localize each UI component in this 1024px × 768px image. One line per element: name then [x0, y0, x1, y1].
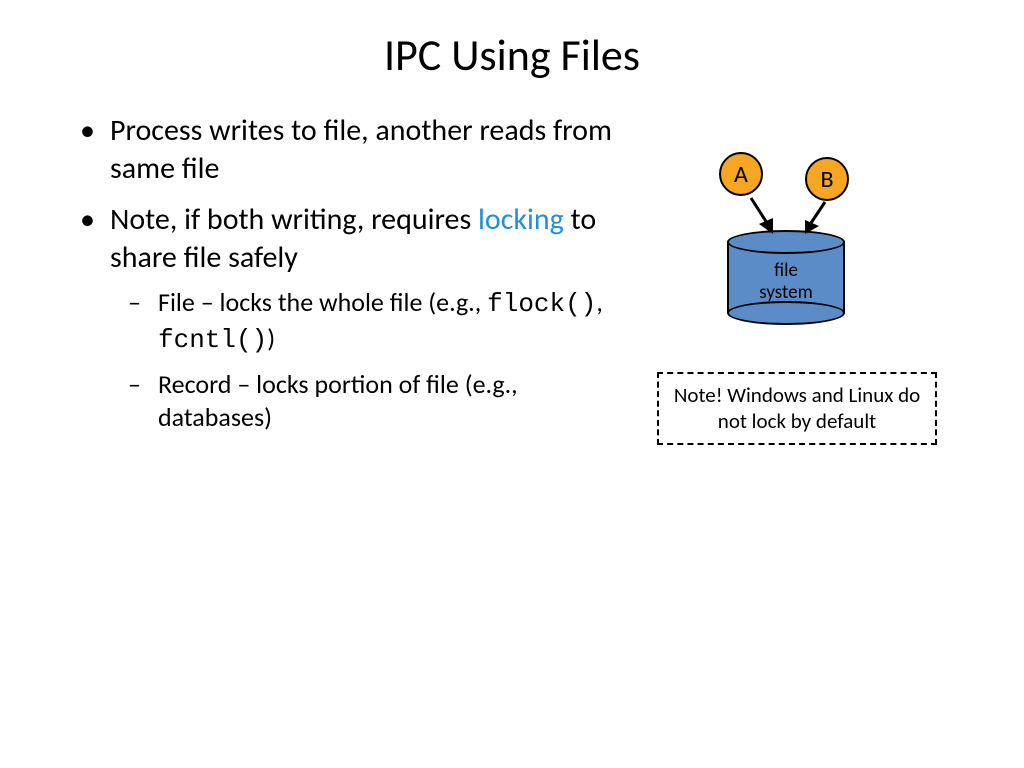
arrow-a-icon — [745, 194, 785, 244]
bullet-column: Process writes to file, another reads fr… — [80, 112, 630, 449]
bullet-1: Process writes to file, another reads fr… — [80, 112, 630, 187]
ipc-diagram: A B file system — [667, 152, 927, 352]
cylinder-label-1: file — [774, 259, 798, 282]
note-text: Note! Windows and Linux do not lock by d… — [674, 382, 920, 434]
note-box: Note! Windows and Linux do not lock by d… — [657, 372, 937, 445]
content-area: Process writes to file, another reads fr… — [0, 112, 1024, 449]
process-a-label: A — [734, 160, 748, 189]
subbullet-1: File – locks the whole file (e.g., flock… — [110, 286, 630, 358]
filesystem-cylinder-icon: file system — [727, 230, 845, 325]
process-b-label: B — [820, 165, 833, 194]
code-fcntl: fcntl() — [158, 325, 267, 355]
code-flock: flock() — [487, 289, 596, 319]
subbullet-2-text: Record – locks portion of file (e.g., da… — [158, 368, 518, 434]
process-a-circle: A — [719, 152, 763, 196]
bullet-2-highlight: locking — [478, 201, 564, 238]
diagram-column: A B file system — [630, 112, 964, 449]
process-b-circle: B — [805, 157, 849, 201]
subbullet-2: Record – locks portion of file (e.g., da… — [110, 368, 630, 436]
subbullet-1-post: ) — [267, 322, 275, 354]
arrow-b-icon — [793, 198, 833, 244]
bullet-1-text: Process writes to file, another reads fr… — [110, 112, 612, 187]
cylinder-label: file system — [727, 260, 845, 304]
bullet-2-pre: Note, if both writing, requires — [110, 201, 478, 238]
cylinder-label-2: system — [759, 281, 813, 304]
slide-title: IPC Using Files — [0, 0, 1024, 112]
subbullet-1-pre: File – locks the whole file (e.g., — [158, 286, 487, 318]
subbullet-1-mid: , — [596, 286, 603, 318]
bullet-2: Note, if both writing, requires locking … — [80, 201, 630, 435]
